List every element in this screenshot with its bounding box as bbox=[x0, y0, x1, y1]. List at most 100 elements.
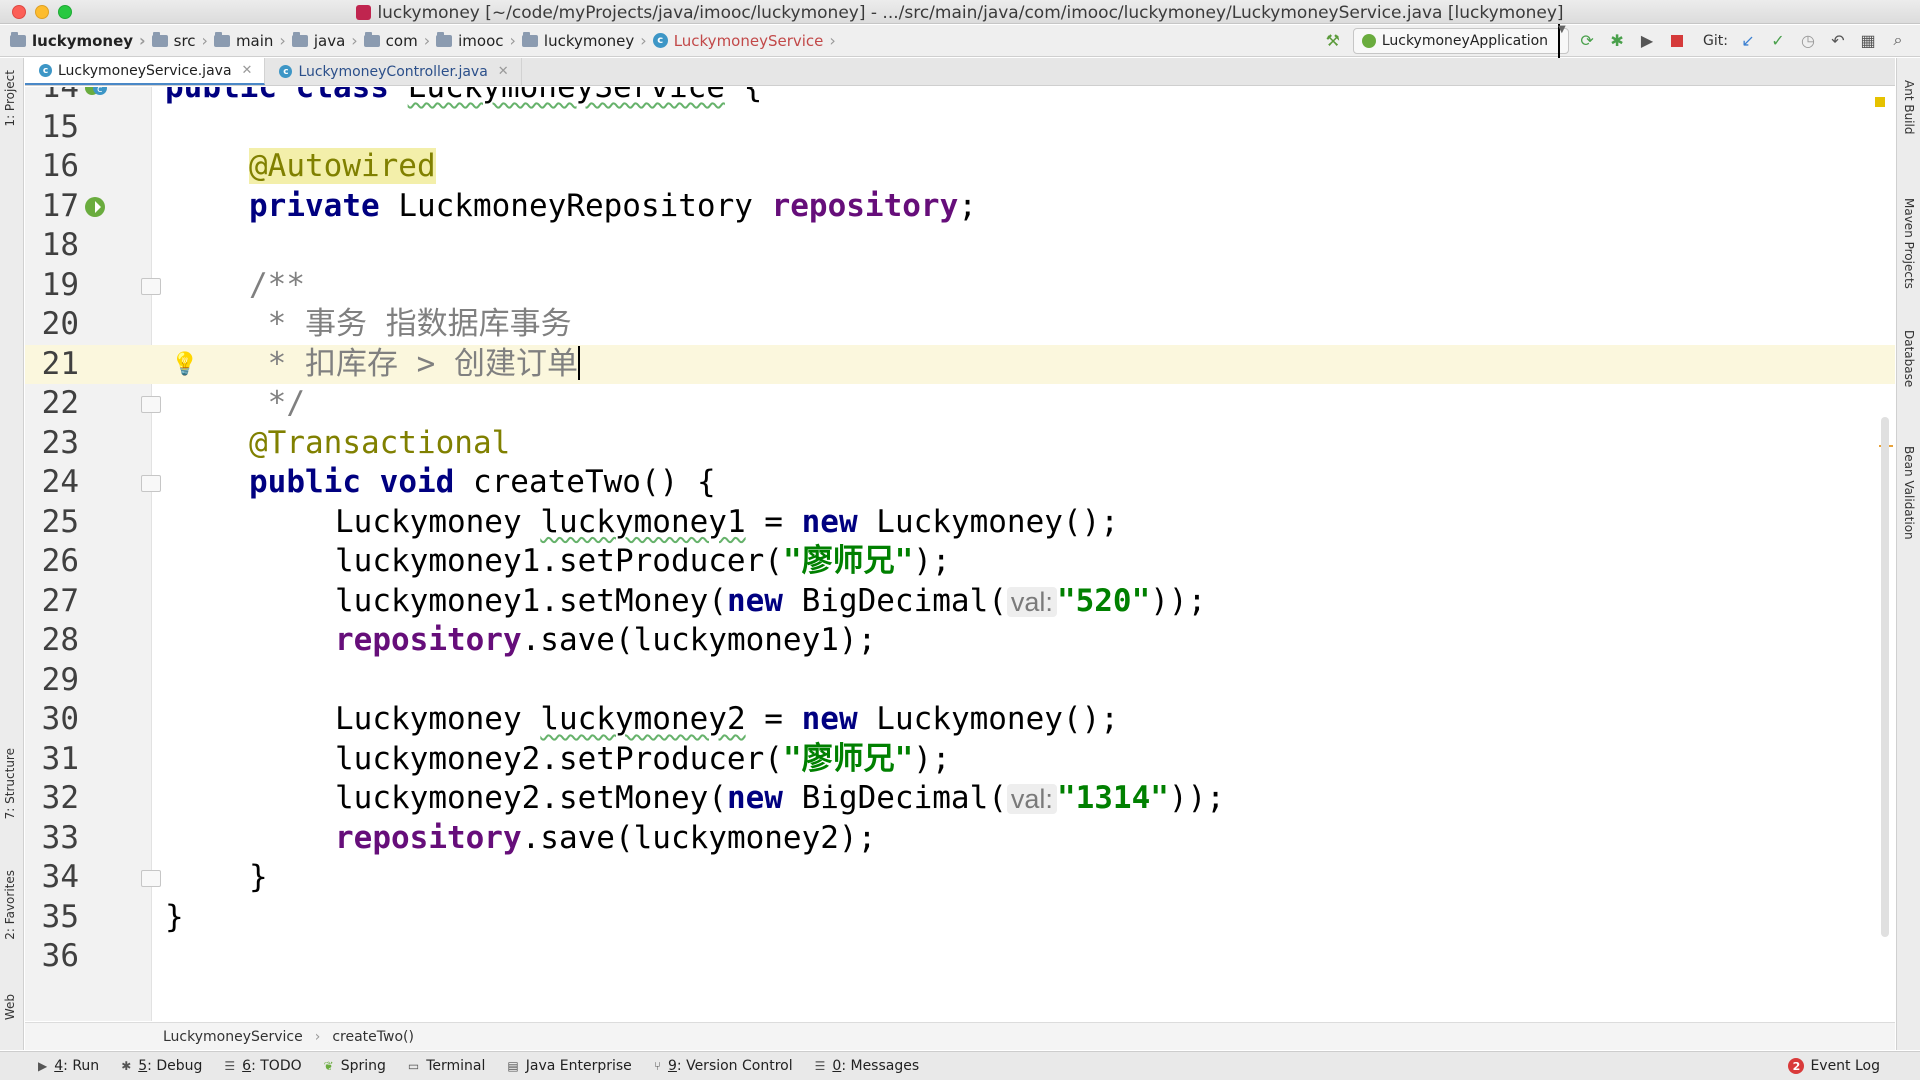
breadcrumb-item-java[interactable]: java › bbox=[291, 31, 358, 50]
project-structure-icon[interactable]: ▦ bbox=[1856, 29, 1880, 53]
messages-icon: ☰ bbox=[814, 1059, 826, 1073]
right-tool-window-strip: Ant Build Maven Projects Database Bean V… bbox=[1896, 58, 1920, 1050]
line-number: 35 bbox=[41, 898, 79, 935]
code-line: 20 * 事务 指数据库事务 bbox=[25, 305, 1895, 345]
tab-luckymoney-controller[interactable]: c LuckymoneyController.java ✕ bbox=[265, 58, 522, 85]
chevron-right-icon: › bbox=[314, 1028, 321, 1045]
close-icon[interactable]: ✕ bbox=[242, 63, 253, 78]
tool-button-messages[interactable]: ☰ 0: Messages bbox=[815, 1058, 920, 1074]
code-text: Luckymoney luckymoney2 = new Luckymoney(… bbox=[335, 701, 1119, 737]
editor-breadcrumb: LuckymoneyService › createTwo() bbox=[25, 1022, 1895, 1050]
code-editor[interactable]: 14 c public class LuckymoneyService { 15… bbox=[25, 87, 1895, 1021]
line-number: 24 bbox=[41, 464, 79, 500]
code-text: @Autowired bbox=[249, 148, 436, 184]
code-line: 28 repository.save(luckymoney1); bbox=[25, 621, 1895, 661]
breadcrumb-item-luckymoney[interactable]: luckymoney › bbox=[521, 31, 647, 50]
fold-marker-icon[interactable] bbox=[141, 870, 161, 887]
line-number: 30 bbox=[41, 701, 79, 737]
navigation-bar: luckymoney › src › main › java › com › imooc ›… bbox=[0, 24, 1920, 58]
vcs-update-icon[interactable]: ↙ bbox=[1736, 29, 1760, 53]
build-hammer-icon[interactable]: ⚒ bbox=[1321, 29, 1345, 53]
tool-tab-favorites[interactable]: 2: Favorites bbox=[3, 870, 17, 940]
intention-bulb-icon[interactable]: 💡 bbox=[171, 351, 198, 377]
project-folder-icon bbox=[10, 31, 26, 47]
breadcrumb-method[interactable]: createTwo() bbox=[332, 1029, 414, 1045]
code-text: } bbox=[165, 898, 184, 935]
breadcrumb-item-project[interactable]: luckymoney › bbox=[10, 31, 146, 50]
tool-button-java-enterprise[interactable]: ▤ Java Enterprise bbox=[507, 1058, 631, 1074]
left-tool-window-strip: 1: Project 7: Structure 2: Favorites Web bbox=[0, 58, 24, 1050]
vcs-commit-icon[interactable]: ✓ bbox=[1766, 29, 1790, 53]
code-text: public class LuckymoneyService { bbox=[165, 87, 763, 105]
window-titlebar: luckymoney [~/code/myProjects/java/imooc… bbox=[0, 0, 1920, 24]
code-line: 31 luckymoney2.setProducer("廖师兄"); bbox=[25, 740, 1895, 780]
folder-icon bbox=[213, 31, 230, 47]
inspection-status-icon[interactable] bbox=[1875, 97, 1885, 107]
fold-marker-icon[interactable] bbox=[141, 396, 161, 413]
run-icon: ▶ bbox=[38, 1059, 48, 1073]
tool-button-terminal[interactable]: ▭ Terminal bbox=[408, 1058, 486, 1074]
code-text: */ bbox=[249, 385, 305, 421]
event-log-button[interactable]: 2 Event Log bbox=[1788, 1058, 1880, 1074]
breadcrumb-item-src[interactable]: src › bbox=[151, 31, 208, 50]
svg-text:c: c bbox=[97, 87, 103, 95]
code-line: 25 Luckymoney luckymoney1 = new Luckymon… bbox=[25, 503, 1895, 543]
tool-tab-structure[interactable]: 7: Structure bbox=[3, 748, 17, 819]
code-line: 26 luckymoney1.setProducer("廖师兄"); bbox=[25, 542, 1895, 582]
fold-marker-icon[interactable] bbox=[141, 475, 161, 492]
run-configuration-select[interactable]: LuckymoneyApplication ▼ bbox=[1352, 24, 1570, 58]
bottom-tool-window-bar: ▶ 4: Run ✱ 5: Debug ☰ 6: TODO ❦ Spring ▭ Term… bbox=[0, 1051, 1920, 1080]
tool-tab-maven-projects[interactable]: Maven Projects bbox=[1902, 198, 1916, 289]
tool-button-version-control[interactable]: ⑂ 9: Version Control bbox=[654, 1058, 793, 1074]
code-text: public void createTwo() { bbox=[249, 464, 716, 500]
vcs-history-icon[interactable]: ◷ bbox=[1796, 29, 1820, 53]
code-line: 30 Luckymoney luckymoney2 = new Luckymon… bbox=[25, 700, 1895, 740]
package-icon bbox=[521, 31, 538, 47]
tab-luckymoney-service[interactable]: c LuckymoneyService.java ✕ bbox=[25, 58, 266, 85]
intellij-app-icon bbox=[356, 5, 372, 20]
fold-marker-icon[interactable] bbox=[141, 277, 161, 295]
code-line: 17 private LuckmoneyRepository repositor… bbox=[25, 187, 1895, 227]
debug-bug-icon[interactable]: ✱ bbox=[1605, 29, 1629, 53]
code-text: @Transactional bbox=[249, 424, 511, 461]
breadcrumb-item-main[interactable]: main › bbox=[213, 31, 286, 50]
code-line: 18 bbox=[25, 226, 1895, 266]
code-text: * 事务 指数据库事务 bbox=[249, 306, 572, 342]
tool-tab-ant-build[interactable]: Ant Build bbox=[1902, 80, 1916, 134]
tool-tab-database[interactable]: Database bbox=[1902, 330, 1916, 387]
code-text: private LuckmoneyRepository repository; bbox=[249, 187, 977, 224]
close-icon[interactable]: ✕ bbox=[498, 64, 509, 79]
folder-icon bbox=[291, 31, 308, 47]
class-icon: c bbox=[279, 65, 293, 78]
version-control-icon: ⑂ bbox=[653, 1059, 661, 1073]
tool-tab-project[interactable]: 1: Project bbox=[3, 70, 17, 127]
breadcrumb-item-com[interactable]: com › bbox=[363, 31, 430, 50]
autowired-bean-gutter-icon[interactable] bbox=[83, 195, 109, 219]
tool-tab-web[interactable]: Web bbox=[3, 994, 17, 1020]
terminal-icon: ▭ bbox=[407, 1059, 420, 1073]
spring-bean-gutter-icon[interactable]: c bbox=[83, 87, 109, 100]
tool-button-spring[interactable]: ❦ Spring bbox=[324, 1058, 386, 1074]
vcs-revert-icon[interactable]: ↶ bbox=[1826, 29, 1850, 53]
line-number: 16 bbox=[41, 148, 79, 184]
breadcrumb-item-imooc[interactable]: imooc › bbox=[436, 31, 516, 50]
tool-button-debug[interactable]: ✱ 5: Debug bbox=[121, 1058, 202, 1074]
stop-icon[interactable] bbox=[1665, 29, 1689, 53]
search-icon[interactable]: ⌕ bbox=[1886, 29, 1910, 53]
text-cursor bbox=[577, 345, 580, 380]
code-line: 32 luckymoney2.setMoney(new BigDecimal(v… bbox=[25, 779, 1895, 819]
tool-button-todo[interactable]: ☰ 6: TODO bbox=[224, 1058, 301, 1074]
package-icon bbox=[363, 31, 380, 47]
tool-tab-bean-validation[interactable]: Bean Validation bbox=[1902, 446, 1916, 540]
line-number: 26 bbox=[41, 543, 79, 579]
code-line: 36 bbox=[25, 937, 1895, 977]
breadcrumb-class[interactable]: LuckymoneyService bbox=[163, 1029, 303, 1045]
rerun-icon[interactable]: ⟳ bbox=[1575, 29, 1599, 53]
run-coverage-icon[interactable]: ▶ bbox=[1635, 29, 1659, 53]
parameter-hint: val: bbox=[1006, 784, 1057, 814]
tool-button-run[interactable]: ▶ 4: Run bbox=[38, 1058, 99, 1074]
breadcrumb-item-class[interactable]: c LuckymoneyService › bbox=[652, 31, 836, 50]
parameter-hint: val: bbox=[1006, 586, 1057, 617]
vertical-scrollbar[interactable] bbox=[1881, 417, 1889, 937]
window-title-text: luckymoney [~/code/myProjects/java/imooc… bbox=[377, 3, 1564, 23]
